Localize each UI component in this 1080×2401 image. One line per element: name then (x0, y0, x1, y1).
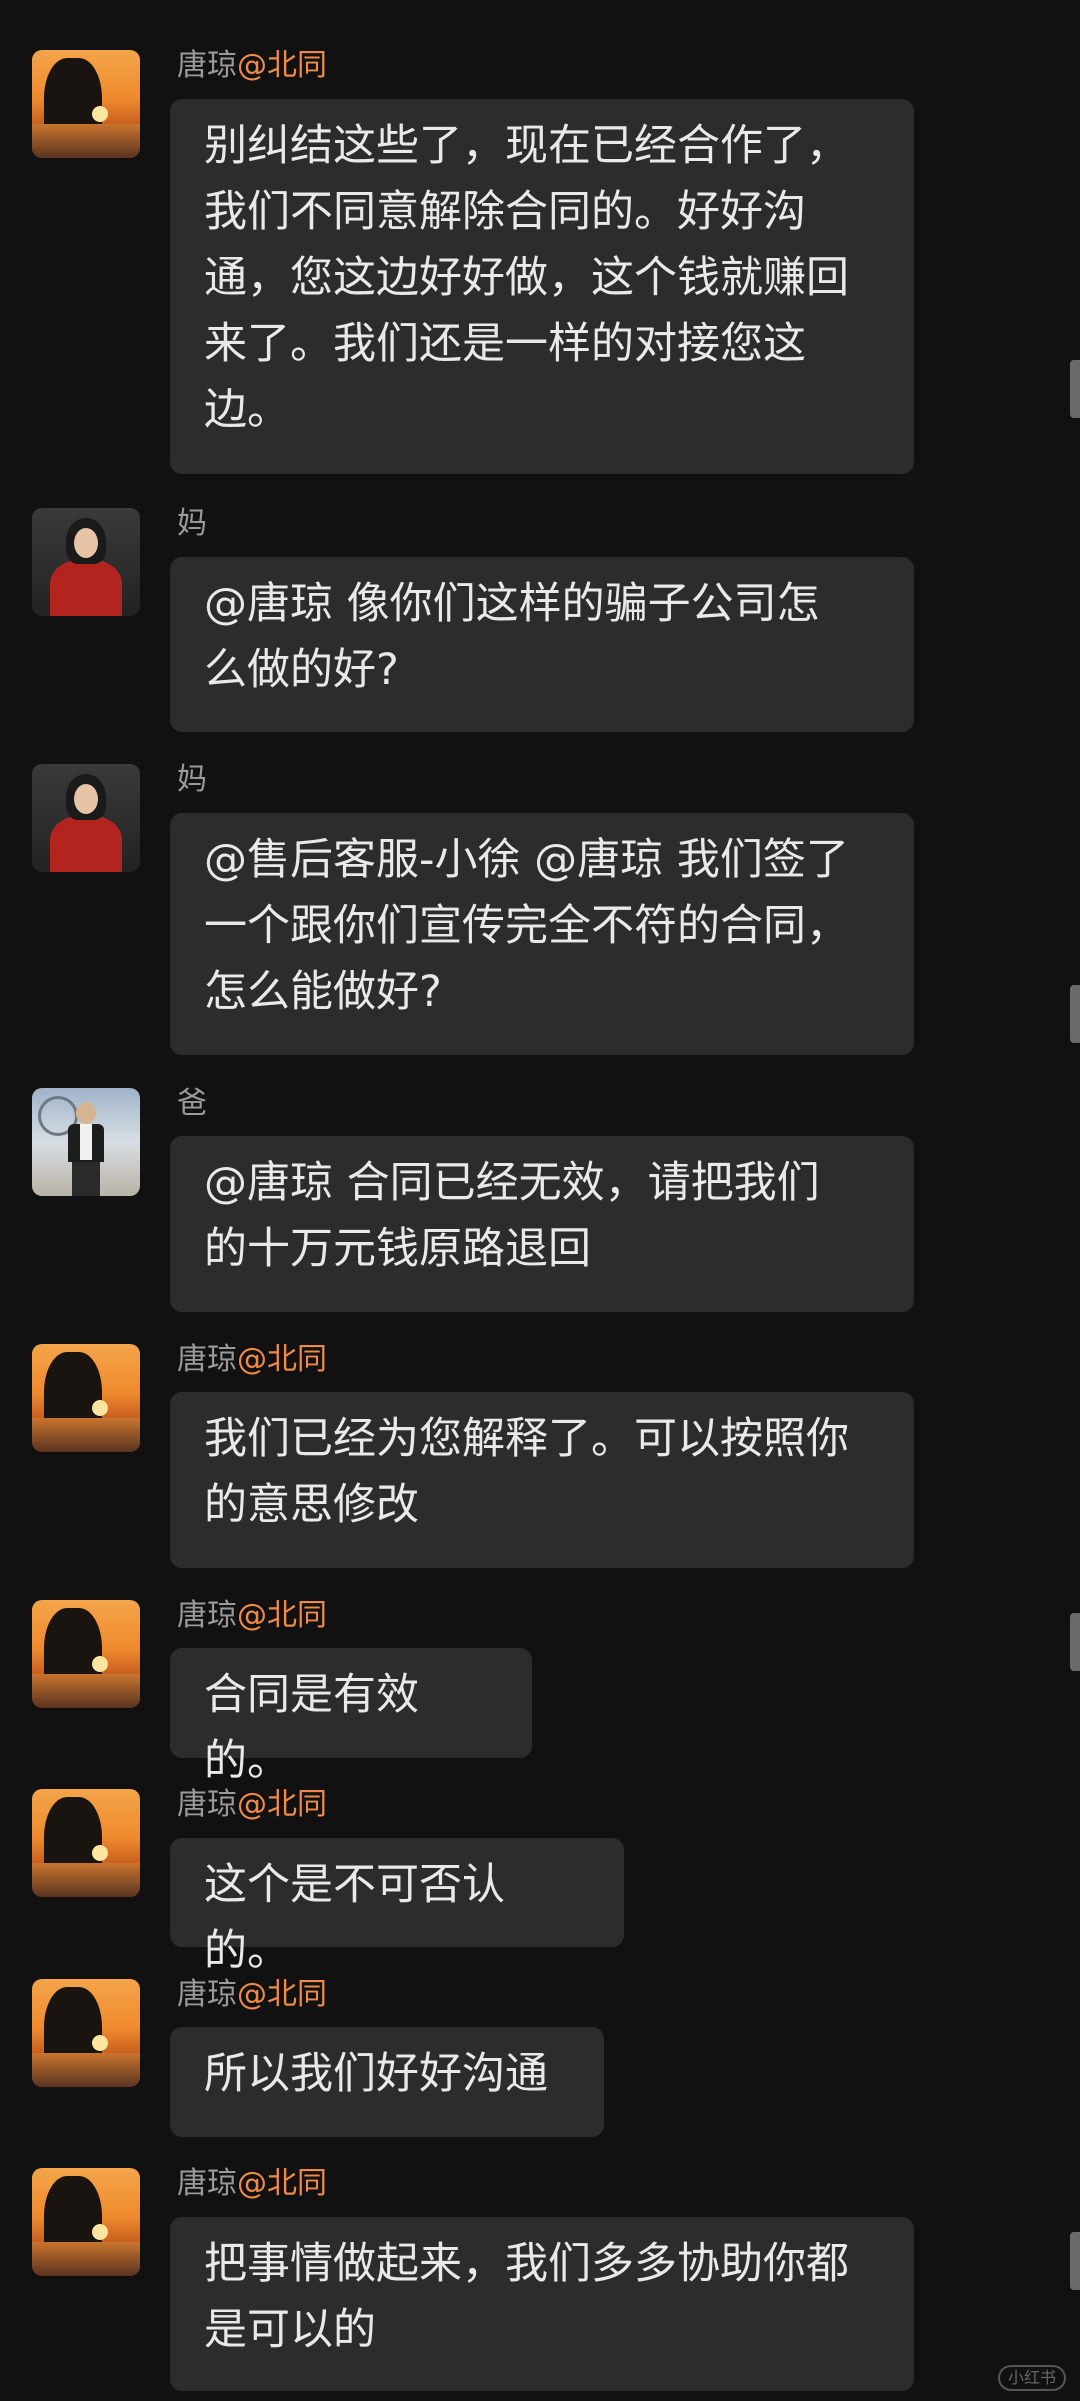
message-line: 合同是有效的。 (204, 1670, 419, 1786)
message-line: @唐琼 像你们这样的骗子公司怎 (204, 579, 820, 629)
message-line: 这个是不可否认的。 (204, 1860, 505, 1976)
scroll-indicator[interactable] (1070, 1613, 1080, 1671)
sender-name: 唐琼 (177, 1598, 237, 1633)
sender-name: 唐琼 (177, 48, 237, 83)
sender-label: 唐琼@北同 (177, 1596, 327, 1636)
message-line: 通，您这边好好做，这个钱就赚回 (204, 253, 849, 303)
message-line: @唐琼 合同已经无效，请把我们 (204, 1158, 820, 1208)
sender-org: @北同 (237, 1598, 327, 1633)
sender-org: @北同 (237, 1787, 327, 1822)
message-bubble[interactable]: 别纠结这些了，现在已经合作了， 我们不同意解除合同的。好好沟 通，您这边好好做，… (170, 99, 914, 474)
message-line: @售后客服-小徐 @唐琼 我们签了 (204, 835, 849, 885)
sender-label: 唐琼@北同 (177, 46, 327, 86)
woman-red-top-avatar[interactable] (32, 508, 140, 616)
sender-name: 唐琼 (177, 1977, 237, 2012)
sender-name: 爸 (177, 1086, 207, 1121)
sunset-silhouette-avatar[interactable] (32, 50, 140, 158)
message-line: 我们不同意解除合同的。好好沟 (204, 187, 806, 237)
message-line: 别纠结这些了，现在已经合作了， (204, 121, 849, 171)
sender-name: 唐琼 (177, 1787, 237, 1822)
message-bubble[interactable]: @售后客服-小徐 @唐琼 我们签了 一个跟你们宣传完全不符的合同， 怎么能做好? (170, 813, 914, 1055)
sender-name: 妈 (177, 506, 207, 541)
sender-org: @北同 (237, 1342, 327, 1377)
message-line: 的十万元钱原路退回 (204, 1224, 591, 1274)
sunset-silhouette-avatar[interactable] (32, 1600, 140, 1708)
scroll-indicator[interactable] (1070, 985, 1080, 1043)
message-bubble[interactable]: 所以我们好好沟通 (170, 2027, 604, 2137)
sender-label: 爸 (177, 1084, 207, 1124)
message-bubble[interactable]: 把事情做起来，我们多多协助你都 是可以的 (170, 2217, 914, 2391)
sender-org: @北同 (237, 2166, 327, 2201)
scroll-indicator[interactable] (1070, 2232, 1080, 2290)
scroll-indicator[interactable] (1070, 360, 1080, 418)
message-line: 是可以的 (204, 2305, 376, 2355)
message-bubble[interactable]: 我们已经为您解释了。可以按照你 的意思修改 (170, 1392, 914, 1568)
sunset-silhouette-avatar[interactable] (32, 1789, 140, 1897)
sender-name: 唐琼 (177, 1342, 237, 1377)
watermark-badge: 小红书 (997, 2365, 1066, 2391)
sender-label: 妈 (177, 504, 207, 544)
message-bubble[interactable]: @唐琼 合同已经无效，请把我们 的十万元钱原路退回 (170, 1136, 914, 1312)
sunset-silhouette-avatar[interactable] (32, 1344, 140, 1452)
message-line: 来了。我们还是一样的对接您这 (204, 319, 806, 369)
sender-name: 唐琼 (177, 2166, 237, 2201)
message-line: 一个跟你们宣传完全不符的合同， (204, 901, 849, 951)
sender-label: 唐琼@北同 (177, 2164, 327, 2204)
woman-red-top-avatar[interactable] (32, 764, 140, 872)
sender-org: @北同 (237, 48, 327, 83)
sunset-silhouette-avatar[interactable] (32, 2168, 140, 2276)
man-standing-avatar[interactable] (32, 1088, 140, 1196)
message-bubble[interactable]: 这个是不可否认的。 (170, 1838, 624, 1976)
message-bubble[interactable]: @唐琼 像你们这样的骗子公司怎 么做的好? (170, 557, 914, 732)
message-bubble[interactable]: 合同是有效的。 (170, 1648, 532, 1786)
message-line: 把事情做起来，我们多多协助你都 (204, 2239, 849, 2289)
sender-label: 唐琼@北同 (177, 1785, 327, 1825)
sunset-silhouette-avatar[interactable] (32, 1979, 140, 2087)
message-line: 我们已经为您解释了。可以按照你 (204, 1414, 849, 1464)
message-line: 的意思修改 (204, 1480, 419, 1530)
sender-name: 妈 (177, 762, 207, 797)
message-line: 边。 (204, 385, 290, 435)
sender-org: @北同 (237, 1977, 327, 2012)
sender-label: 唐琼@北同 (177, 1975, 327, 2015)
message-line: 所以我们好好沟通 (204, 2049, 548, 2099)
message-line: 么做的好? (204, 645, 399, 695)
sender-label: 唐琼@北同 (177, 1340, 327, 1380)
message-line: 怎么能做好? (204, 967, 442, 1017)
sender-label: 妈 (177, 760, 207, 800)
